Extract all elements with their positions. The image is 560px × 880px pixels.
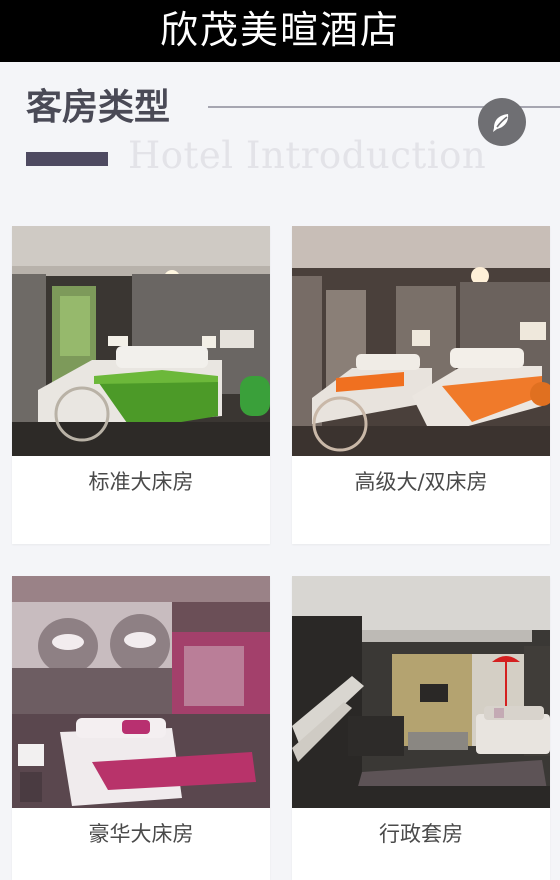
- section-header: 客房类型 Hotel Introduction: [0, 62, 560, 202]
- section-accent-bar: [26, 152, 108, 166]
- room-card-executive[interactable]: 行政套房: [292, 576, 550, 880]
- room-card-standard[interactable]: 标准大床房: [12, 226, 270, 544]
- room-photo[interactable]: [12, 576, 270, 808]
- room-name: 标准大床房: [88, 470, 194, 494]
- room-name: 高级大/双床房: [354, 470, 488, 494]
- room-card-deluxe[interactable]: 豪华大床房: [12, 576, 270, 880]
- room-photo[interactable]: [292, 576, 550, 808]
- top-bar: 欣茂美暄酒店: [0, 0, 560, 62]
- room-card-superior[interactable]: 高级大/双床房: [292, 226, 550, 544]
- hotel-name: 欣茂美暄酒店: [159, 8, 400, 52]
- room-name: 豪华大床房: [88, 822, 194, 846]
- section-title: 客房类型: [26, 87, 171, 128]
- room-photo[interactable]: [292, 226, 550, 456]
- section-subtitle: Hotel Introduction: [128, 134, 487, 177]
- room-name: 行政套房: [379, 822, 463, 846]
- room-photo[interactable]: [12, 226, 270, 456]
